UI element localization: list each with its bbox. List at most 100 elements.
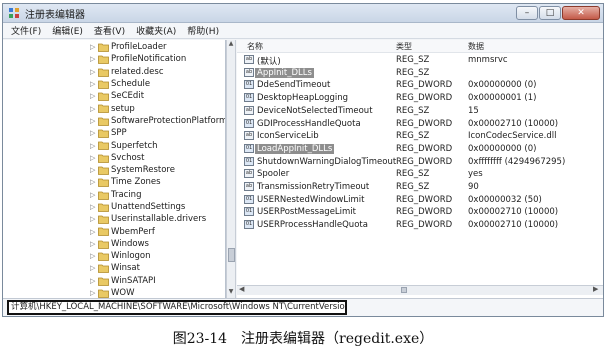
expand-arrow-icon[interactable]: ▷ <box>90 276 97 286</box>
value-type: REG_SZ <box>396 55 430 65</box>
expand-arrow-icon[interactable]: ▷ <box>90 116 97 126</box>
tree-item[interactable]: ▷ WbemPerf <box>3 225 225 237</box>
tree-item[interactable]: ▷ Windows <box>3 238 225 250</box>
binary-value-icon: 01 <box>244 207 254 217</box>
expand-arrow-icon[interactable]: ▷ <box>90 214 97 224</box>
tree-item[interactable]: ▷ WinSATAPI <box>3 275 225 287</box>
expand-arrow-icon[interactable]: ▷ <box>90 67 97 77</box>
tree-item[interactable]: ▷ Svchost <box>3 152 225 164</box>
value-row[interactable]: ab AppInit_DLLs REG_SZ <box>237 67 603 80</box>
value-row[interactable]: 01 LoadAppInit_DLLs REG_DWORD 0x00000000 (0… <box>237 143 603 156</box>
folder-icon <box>98 240 109 249</box>
maximize-button[interactable]: □ <box>539 6 561 20</box>
column-header-data[interactable]: 数据 <box>468 41 484 52</box>
value-type: REG_SZ <box>396 67 430 78</box>
value-row[interactable]: ab IconServiceLib REG_SZ IconCodecService.d… <box>237 130 603 143</box>
string-value-icon: ab <box>244 105 254 115</box>
folder-icon <box>98 129 109 138</box>
tree-item[interactable]: ▷ WOW <box>3 287 225 298</box>
expand-arrow-icon[interactable]: ▷ <box>90 165 97 175</box>
expand-arrow-icon[interactable]: ▷ <box>90 141 97 151</box>
values-list-pane[interactable]: 名称 类型 数据 ab (默认) REG_SZ mnmsrvc ab AppInit_DL… <box>237 40 603 298</box>
menu-favorites[interactable]: 收藏夹(A) <box>136 24 176 37</box>
value-data: mnmsrvc <box>468 55 508 65</box>
expand-arrow-icon[interactable]: ▷ <box>90 288 97 298</box>
value-row[interactable]: 01 DdeSendTimeout REG_DWORD 0x00000000 (0) <box>237 79 603 92</box>
figure-caption: 图23-14 注册表编辑器（regedit.exe） <box>172 331 434 347</box>
value-name: USERNestedWindowLimit <box>257 194 365 205</box>
string-value-icon: ab <box>244 131 254 141</box>
tree-vertical-scrollbar[interactable]: ▲ ▼ <box>226 40 236 298</box>
value-row[interactable]: 01 USERProcessHandleQuota REG_DWORD 0x00002… <box>237 219 603 232</box>
tree-item[interactable]: ▷ SeCEdit <box>3 90 225 102</box>
value-row[interactable]: 01 USERPostMessageLimit REG_DWORD 0x0000271… <box>237 206 603 219</box>
menu-view[interactable]: 查看(V) <box>94 24 125 37</box>
value-row[interactable]: ab DeviceNotSelectedTimeout REG_SZ 15 <box>237 105 603 118</box>
folder-icon <box>98 105 109 114</box>
expand-arrow-icon[interactable]: ▷ <box>90 202 97 212</box>
scroll-down-arrow-icon[interactable]: ▼ <box>227 288 235 295</box>
binary-value-icon: 01 <box>244 156 254 166</box>
value-type: REG_DWORD <box>396 156 453 167</box>
value-type: REG_DWORD <box>396 80 453 91</box>
expand-arrow-icon[interactable]: ▷ <box>90 104 97 114</box>
value-row[interactable]: ab TransmissionRetryTimeout REG_SZ 90 <box>237 181 603 194</box>
tree-item[interactable]: ▷ UnattendSettings <box>3 201 225 213</box>
tree-item[interactable]: ▷ Winlogon <box>3 250 225 262</box>
title-bar[interactable]: 注册表编辑器 – □ ✕ <box>3 4 603 23</box>
value-name: IconServiceLib <box>257 131 319 142</box>
tree-item[interactable]: ▷ Time Zones <box>3 176 225 188</box>
scroll-up-arrow-icon[interactable]: ▲ <box>227 40 235 47</box>
tree-item[interactable]: ▷ Winsat <box>3 262 225 274</box>
menu-edit[interactable]: 编辑(E) <box>52 24 83 37</box>
scroll-left-arrow-icon[interactable]: ◀ <box>239 285 244 293</box>
tree-item[interactable]: ▷ ProfileLoader <box>3 41 225 53</box>
tree-item[interactable]: ▷ Userinstallable.drivers <box>3 213 225 225</box>
folder-icon <box>98 277 109 286</box>
expand-arrow-icon[interactable]: ▷ <box>90 177 97 187</box>
expand-arrow-icon[interactable]: ▷ <box>90 227 97 237</box>
value-row[interactable]: 01 DesktopHeapLogging REG_DWORD 0x00000001 … <box>237 92 603 105</box>
value-row[interactable]: ab Spooler REG_SZ yes <box>237 168 603 181</box>
expand-arrow-icon[interactable]: ▷ <box>90 91 97 101</box>
minimize-button[interactable]: – <box>516 6 538 20</box>
expand-arrow-icon[interactable]: ▷ <box>90 42 97 52</box>
folder-icon <box>98 154 109 163</box>
expand-arrow-icon[interactable]: ▷ <box>90 153 97 163</box>
tree-item[interactable]: ▷ ProfileNotification <box>3 53 225 65</box>
list-horizontal-scrollbar[interactable]: ◀ ▶ <box>237 285 603 295</box>
value-row[interactable]: 01 USERNestedWindowLimit REG_DWORD 0x000000… <box>237 194 603 207</box>
tree-item-label: Userinstallable.drivers <box>111 214 207 225</box>
expand-arrow-icon[interactable]: ▷ <box>90 263 97 273</box>
menu-help[interactable]: 帮助(H) <box>187 24 219 37</box>
close-button[interactable]: ✕ <box>562 6 600 20</box>
scroll-right-arrow-icon[interactable]: ▶ <box>593 285 598 293</box>
tree-item[interactable]: ▷ Superfetch <box>3 139 225 151</box>
value-row[interactable]: 01 ShutdownWarningDialogTimeout REG_DWORD 0… <box>237 156 603 169</box>
tree-item[interactable]: ▷ setup <box>3 102 225 114</box>
tree-scroll-thumb[interactable] <box>228 248 235 262</box>
tree-item[interactable]: ▷ Schedule <box>3 78 225 90</box>
value-row[interactable]: ab (默认) REG_SZ mnmsrvc <box>237 54 603 67</box>
expand-arrow-icon[interactable]: ▷ <box>90 54 97 64</box>
tree-item[interactable]: ▷ related.desc <box>3 66 225 78</box>
menu-file[interactable]: 文件(F) <box>11 24 41 37</box>
expand-arrow-icon[interactable]: ▷ <box>90 239 97 249</box>
value-type: REG_SZ <box>396 169 430 180</box>
value-row[interactable]: 01 GDIProcessHandleQuota REG_DWORD 0x000027… <box>237 118 603 131</box>
tree-item[interactable]: ▷ SystemRestore <box>3 164 225 176</box>
expand-arrow-icon[interactable]: ▷ <box>90 79 97 89</box>
expand-arrow-icon[interactable]: ▷ <box>90 251 97 261</box>
list-scroll-thumb[interactable] <box>401 287 407 293</box>
expand-arrow-icon[interactable]: ▷ <box>90 128 97 138</box>
column-header-name[interactable]: 名称 <box>247 41 263 52</box>
tree-item[interactable]: ▷ SPP <box>3 127 225 139</box>
expand-arrow-icon[interactable]: ▷ <box>90 190 97 200</box>
window-controls: – □ ✕ <box>516 6 600 20</box>
tree-item-label: WOW <box>111 288 135 298</box>
column-header-type[interactable]: 类型 <box>396 41 412 52</box>
tree-item[interactable]: ▷ Tracing <box>3 189 225 201</box>
tree-item[interactable]: ▷ SoftwareProtectionPlatform <box>3 115 225 127</box>
key-tree-pane[interactable]: ▷ ProfileLoader ▷ ProfileNotification ▷ relat… <box>3 40 226 298</box>
folder-icon <box>98 191 109 200</box>
